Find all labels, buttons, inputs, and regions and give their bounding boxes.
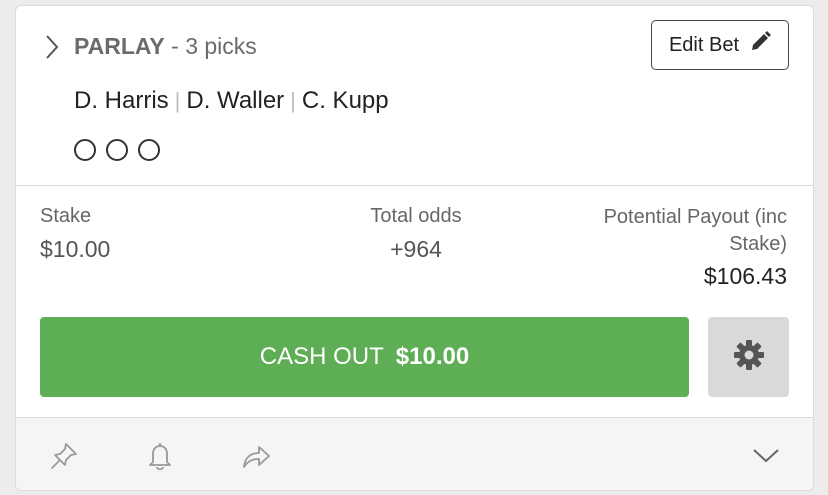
pick-separator: |: [290, 88, 296, 113]
pick-status-circle: [74, 139, 96, 161]
stake-block: Stake $10.00: [40, 204, 110, 264]
picks-list: D. Harris | D. Waller | C. Kupp: [74, 86, 389, 116]
cash-out-label: CASH OUT: [259, 343, 384, 370]
pin-icon[interactable]: [46, 438, 82, 474]
share-icon[interactable]: [238, 438, 274, 474]
stake-label: Stake: [40, 205, 92, 227]
payout-value: $106.43: [703, 263, 787, 289]
pick-item: D. Harris: [74, 87, 169, 114]
cash-out-button[interactable]: CASH OUT $10.00: [40, 317, 689, 397]
pick-status-indicators: [74, 139, 160, 161]
pencil-icon: [739, 31, 772, 59]
divider: [16, 185, 813, 186]
bet-title: PARLAY - 3 picks: [74, 32, 257, 60]
bell-icon[interactable]: [142, 438, 178, 474]
chevron-down-icon[interactable]: [748, 438, 784, 474]
pick-item: C. Kupp: [301, 87, 389, 114]
title-separator: -: [164, 33, 186, 59]
bet-type-label: PARLAY: [74, 33, 165, 59]
pick-separator: |: [174, 88, 181, 113]
payout-block: Potential Payout (inc Stake) $106.43: [567, 204, 787, 291]
cash-out-settings-button[interactable]: [708, 317, 789, 397]
odds-label: Total odds: [370, 205, 462, 227]
stake-value: $10.00: [40, 236, 111, 262]
payout-label-line2: Stake): [729, 233, 787, 255]
pick-item: D. Waller: [186, 87, 285, 114]
edit-bet-button[interactable]: Edit Bet: [651, 20, 789, 70]
payout-label-line1: Potential Payout (inc: [603, 206, 787, 228]
bet-header: PARLAY - 3 picks Edit Bet D. Harris | D. W…: [16, 6, 813, 186]
bet-footer-toolbar: [16, 417, 813, 490]
cash-out-amount: $10.00: [395, 343, 470, 370]
odds-value: +964: [390, 236, 442, 262]
bet-card: PARLAY - 3 picks Edit Bet D. Harris | D. W…: [15, 5, 814, 491]
gear-icon: [733, 339, 765, 376]
edit-bet-label: Edit Bet: [668, 33, 740, 56]
odds-block: Total odds +964: [356, 204, 476, 264]
picks-count-label: 3 picks: [185, 33, 257, 59]
chevron-right-icon[interactable]: [42, 32, 62, 62]
pick-status-circle: [138, 139, 160, 161]
pick-status-circle: [106, 139, 128, 161]
